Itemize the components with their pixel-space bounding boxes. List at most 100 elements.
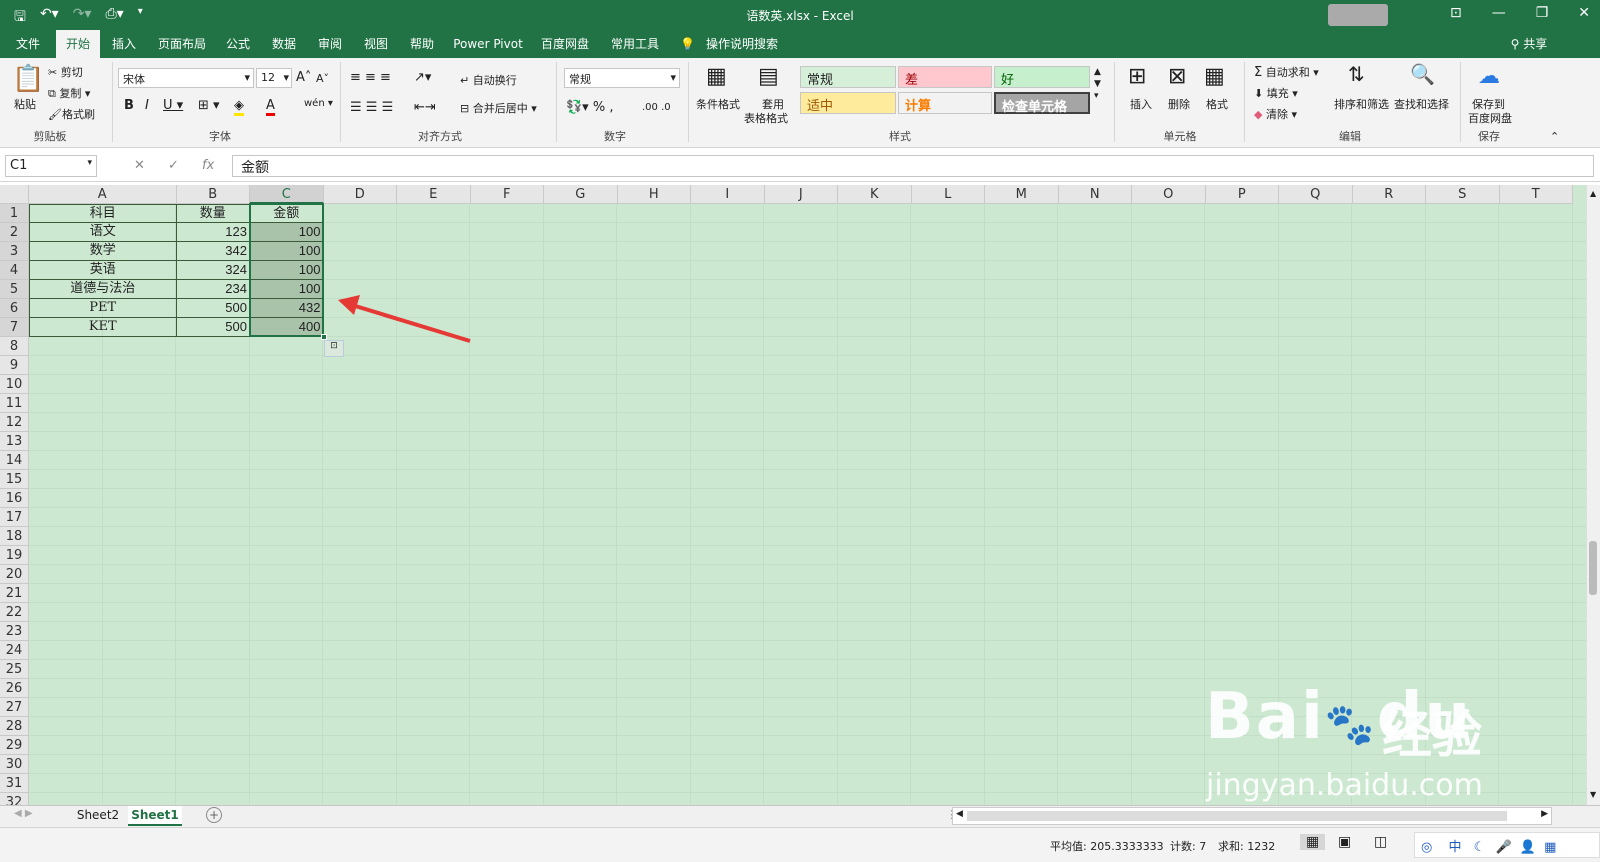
cell-subject[interactable]: KET [29,318,177,337]
avatar[interactable] [1328,4,1388,26]
row-header-19[interactable]: 19 [0,546,29,565]
tab-power-pivot[interactable]: Power Pivot [450,30,526,58]
insert-cells-button[interactable]: 插入 [1130,96,1152,112]
column-header-l[interactable]: L [911,185,985,204]
tab-file[interactable]: 文件 [8,30,48,58]
format-painter-button[interactable]: 🖌格式刷 [48,106,95,122]
row-header-20[interactable]: 20 [0,565,29,584]
cell-quantity[interactable]: 342 [176,242,250,261]
row-header-8[interactable]: 8 [0,337,29,356]
cell-amount[interactable]: 100 [250,261,324,280]
table-format-icon[interactable]: ▤ [758,64,779,89]
spreadsheet-grid[interactable]: ⊡ Bai🐾du 经验 jingyan.baidu.com ABCDEFGHIJ… [0,185,1586,805]
restore-icon[interactable]: ❐ [1536,5,1549,21]
minimize-icon[interactable]: — [1492,5,1506,21]
column-header-d[interactable]: D [323,185,397,204]
column-header-q[interactable]: Q [1279,185,1353,204]
column-header-b[interactable]: B [176,185,250,204]
row-header-27[interactable]: 27 [0,698,29,717]
conditional-format-button[interactable]: 条件格式 [696,96,740,112]
underline-icon[interactable]: U ▾ [163,98,183,113]
cell-subject[interactable]: 道德与法治 [29,280,177,299]
scroll-up-icon[interactable]: ▲ [1590,189,1596,198]
column-header-o[interactable]: O [1132,185,1206,204]
sort-filter-icon[interactable]: ⇅ [1348,62,1365,86]
row-header-15[interactable]: 15 [0,470,29,489]
styles-scroll-icon[interactable]: ▲ ▼ ▾ [1094,66,1101,102]
column-header-s[interactable]: S [1426,185,1500,204]
horizontal-scrollbar[interactable]: ◀ ▶ [952,807,1552,825]
scroll-left-icon[interactable]: ◀ [956,809,963,819]
ime-toolbar[interactable]: ◎ 中 ☾ 🎤 👤 ▦ [1414,832,1600,858]
table-format-label-2[interactable]: 表格格式 [744,110,788,126]
cell-subject[interactable]: 英语 [29,261,177,280]
accounting-icon[interactable]: 💱▾ % , [566,100,613,115]
column-header-m[interactable]: M [985,185,1059,204]
tab-common-tools[interactable]: 常用工具 [604,30,666,58]
normal-view-icon[interactable]: ▦ [1300,834,1326,850]
clear-button[interactable]: ◆ 清除 ▾ [1254,106,1297,122]
border-icon[interactable]: ⊞ ▾ [198,98,220,113]
row-header-31[interactable]: 31 [0,774,29,793]
row-header-2[interactable]: 2 [0,223,29,242]
row-header-17[interactable]: 17 [0,508,29,527]
row-header-12[interactable]: 12 [0,413,29,432]
merge-center-button[interactable]: ⊟ 合并后居中 ▾ [460,100,537,116]
cell-amount[interactable]: 100 [250,223,324,242]
shrink-font-icon[interactable]: A˅ [316,72,329,85]
share-button[interactable]: ⚲ 共享 [1504,30,1554,58]
column-header-a[interactable]: A [29,185,177,204]
sheet-nav-icon[interactable]: ◀ ▶ [14,808,33,819]
tell-me-search[interactable]: 操作说明搜索 [700,30,784,58]
cell-quantity[interactable]: 500 [176,299,250,318]
cut-button[interactable]: ✂ 剪切 [48,64,83,80]
column-header-j[interactable]: J [764,185,838,204]
column-header-h[interactable]: H [617,185,691,204]
cell-quantity[interactable]: 324 [176,261,250,280]
baidu-cloud-icon[interactable]: ☁ [1478,64,1500,89]
insert-cells-icon[interactable]: ⊞ [1128,64,1146,89]
find-select-icon[interactable]: 🔍 [1410,62,1435,86]
decimal-icon[interactable]: .00 .0 [642,102,671,113]
copy-button[interactable]: ⧉ 复制 ▾ [48,85,90,101]
ime-user-icon[interactable]: 👤 [1520,840,1536,855]
sheet-tab-sheet1[interactable]: Sheet1 [128,806,182,826]
delete-cells-button[interactable]: 删除 [1168,96,1190,112]
column-header-c[interactable]: C [250,185,324,204]
cell-amount[interactable]: 100 [250,242,324,261]
cell-quantity[interactable]: 123 [176,223,250,242]
bold-icon[interactable]: B [124,98,134,113]
row-header-6[interactable]: 6 [0,299,29,318]
row-header-7[interactable]: 7 [0,318,29,337]
row-header-23[interactable]: 23 [0,622,29,641]
sort-filter-button[interactable]: 排序和筛选 [1334,96,1389,112]
style-bad[interactable]: 差 [898,66,992,88]
ribbon-display-icon[interactable]: ⊡ [1450,5,1462,21]
column-header-n[interactable]: N [1058,185,1132,204]
row-header-22[interactable]: 22 [0,603,29,622]
style-check-cell[interactable]: 检查单元格 [994,92,1090,115]
close-icon[interactable]: ✕ [1578,5,1590,21]
collapse-ribbon-icon[interactable]: ⌃ [1550,130,1559,143]
sheet-tab-sheet2[interactable]: Sheet2 [70,806,126,826]
column-header-p[interactable]: P [1205,185,1279,204]
tab-home[interactable]: 开始 [56,30,100,58]
add-sheet-icon[interactable]: + [206,807,222,823]
italic-icon[interactable]: I [145,98,149,113]
tab-page-layout[interactable]: 页面布局 [152,30,212,58]
row-header-26[interactable]: 26 [0,679,29,698]
row-header-11[interactable]: 11 [0,394,29,413]
cell-subject[interactable]: 语文 [29,223,177,242]
style-good[interactable]: 好 [994,66,1090,88]
cancel-icon[interactable]: ✕ [134,158,145,173]
format-cells-button[interactable]: 格式 [1206,96,1228,112]
align-top-icon[interactable]: ≡ ≡ ≡ [350,70,391,85]
row-header-25[interactable]: 25 [0,660,29,679]
format-cells-icon[interactable]: ▦ [1204,64,1225,89]
autosum-button[interactable]: Σ 自动求和 ▾ [1254,64,1319,80]
select-all-corner[interactable] [0,185,29,204]
number-format-combo[interactable]: 常规 ▾ [564,68,680,88]
scroll-right-icon[interactable]: ▶ [1541,809,1548,819]
row-header-21[interactable]: 21 [0,584,29,603]
row-header-29[interactable]: 29 [0,736,29,755]
